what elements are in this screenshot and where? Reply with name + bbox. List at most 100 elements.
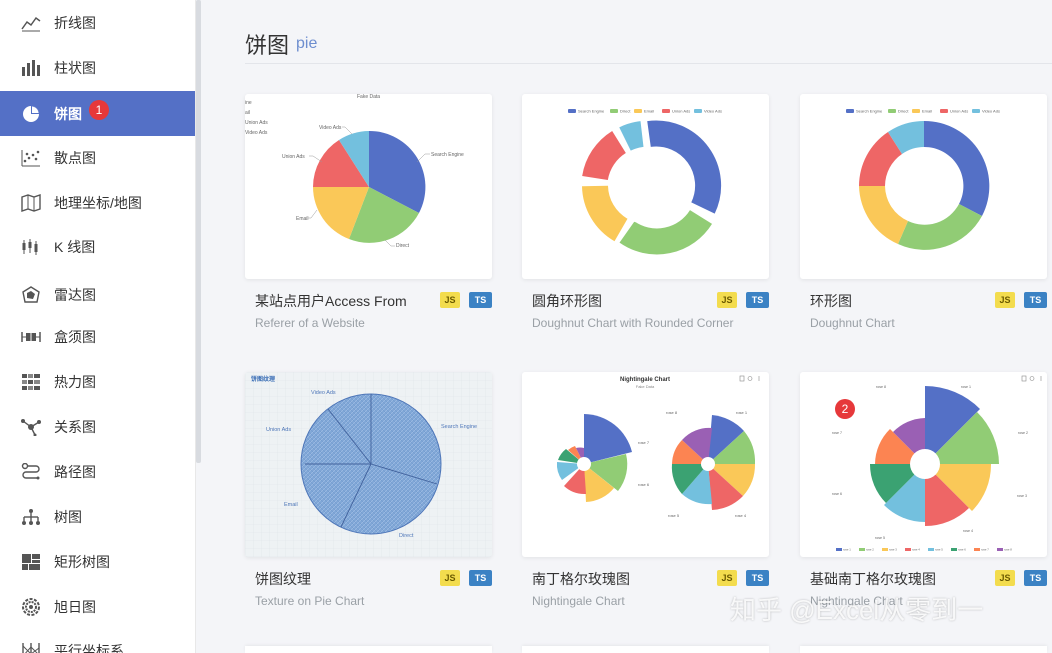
js-tag[interactable]: JS <box>717 292 737 308</box>
legend-item: Union Ads <box>672 109 690 114</box>
ts-tag[interactable]: TS <box>469 292 492 308</box>
slice-label: Email <box>296 216 309 222</box>
rose-label: rose 6 <box>638 482 650 487</box>
rose-label: rose 8 <box>666 410 678 415</box>
sidebar-item-label: 盒须图 <box>54 328 96 345</box>
card-title[interactable]: 饼图纹理 <box>255 569 311 589</box>
legend-item: Search Engine <box>578 109 605 114</box>
ts-tag[interactable]: TS <box>746 570 769 586</box>
treemap-icon <box>20 552 42 572</box>
card-thumbnail-partial[interactable] <box>800 646 1047 653</box>
sidebar-item-label: 散点图 <box>54 149 96 166</box>
card-thumbnail-partial[interactable] <box>245 646 492 653</box>
sidebar-item-label: 平行坐标系 <box>54 642 124 653</box>
sidebar-item-graph[interactable]: 关系图 <box>0 404 195 449</box>
page-subtitle: pie <box>296 35 318 52</box>
line-chart-icon <box>20 13 42 33</box>
ts-tag[interactable]: TS <box>1024 570 1047 586</box>
sidebar-item-label: 柱状图 <box>54 59 96 76</box>
sidebar-item-lines[interactable]: 路径图 <box>0 449 195 494</box>
legend-item: Email <box>644 109 654 114</box>
slice-label: Video Ads <box>311 390 336 396</box>
doughnut-slice <box>859 186 908 244</box>
sidebar-item-label: 关系图 <box>54 418 96 435</box>
slice-label: Union Ads <box>266 427 291 433</box>
thumb-subtitle: Fake Data <box>636 384 655 389</box>
legend-item: Union Ads <box>950 109 968 114</box>
card-thumbnail[interactable]: 饼图纹理 Video Ads Union Ads Search Engine E… <box>245 372 492 557</box>
svg-text:rose 6: rose 6 <box>958 548 966 552</box>
slice-label: Video Ads <box>319 125 342 131</box>
sidebar-item-tree[interactable]: 树图 <box>0 494 195 539</box>
toolbox-icon <box>1021 375 1042 382</box>
title-divider <box>245 63 1052 64</box>
card-title[interactable]: 南丁格尔玫瑰图 <box>532 569 630 589</box>
sidebar-item-candlestick[interactable]: K 线图 <box>0 224 195 269</box>
ts-tag[interactable]: TS <box>1024 292 1047 308</box>
sidebar-item-parallel[interactable]: 平行坐标系 <box>0 628 195 653</box>
sidebar-item-label: 矩形树图 <box>54 553 110 570</box>
sidebar-item-sunburst[interactable]: 旭日图 <box>0 584 195 629</box>
card-thumbnail[interactable]: Search Engine Direct Email Union Ads Vid… <box>800 94 1047 279</box>
example-card-pie-texture[interactable]: 饼图纹理 Video Ads Union Ads Search Engine E… <box>245 372 492 608</box>
card-thumbnail-partial[interactable] <box>522 646 769 653</box>
card-thumbnail[interactable]: Fake Data ine ail Union Ads Video Ads Se… <box>245 94 492 279</box>
parallel-icon <box>20 641 42 653</box>
sidebar-item-boxplot[interactable]: 盒须图 <box>0 314 195 359</box>
rose-label: rose 5 <box>875 536 885 540</box>
toolbox-icon <box>739 375 760 382</box>
card-title[interactable]: 圆角环形图 <box>532 291 602 311</box>
card-title[interactable]: 基础南丁格尔玫瑰图 <box>810 569 936 589</box>
slice-label: Union Ads <box>282 154 305 160</box>
graph-icon <box>20 417 42 437</box>
example-card-nightingale-basic[interactable]: rose 1 rose 2 rose 3 rose 4 rose 5 rose … <box>800 372 1047 608</box>
svg-text:rose 7: rose 7 <box>981 548 989 552</box>
example-card-doughnut[interactable]: Search Engine Direct Email Union Ads Vid… <box>800 94 1047 330</box>
lines-icon <box>20 462 42 482</box>
sidebar-item-heatmap[interactable]: 热力图 <box>0 359 195 404</box>
legend-item: Video Ads <box>982 109 1000 114</box>
js-tag[interactable]: JS <box>995 570 1015 586</box>
sidebar-item-treemap[interactable]: 矩形树图 <box>0 539 195 584</box>
sidebar-item-bar[interactable]: 柱状图 <box>0 45 195 90</box>
sidebar-item-scatter[interactable]: 散点图 <box>0 135 195 180</box>
card-title[interactable]: 环形图 <box>810 291 852 311</box>
legend-item: Direct <box>898 109 909 114</box>
ts-tag[interactable]: TS <box>469 570 492 586</box>
js-tag[interactable]: JS <box>717 570 737 586</box>
sunburst-icon <box>20 597 42 617</box>
rose-label: rose 4 <box>735 513 747 518</box>
js-tag[interactable]: JS <box>440 570 460 586</box>
sidebar-item-pie[interactable]: 饼图 1 <box>0 91 195 136</box>
legend-item: Search Engine <box>856 109 883 114</box>
slice-label: Search Engine <box>431 152 464 158</box>
sidebar-scrollbar[interactable] <box>196 0 201 463</box>
page-title: 饼图 <box>245 33 290 58</box>
sidebar-item-radar[interactable]: 雷达图 <box>0 272 195 317</box>
rose-legend: rose 1 rose 2 rose 3 rose 4 rose 5 rose … <box>836 548 1012 552</box>
card-thumbnail[interactable]: Nightingale Chart Fake Data rose 1 rose … <box>522 372 769 557</box>
sidebar-item-line[interactable]: 折线图 <box>0 0 195 45</box>
example-card-nightingale[interactable]: Nightingale Chart Fake Data rose 1 rose … <box>522 372 769 608</box>
sidebar-item-geo[interactable]: 地理坐标/地图 <box>0 180 195 225</box>
card-thumbnail[interactable]: Search Engine Direct Email Union Ads Vid… <box>522 94 769 279</box>
app-window: 折线图 柱状图 饼图 1 散点图 地理坐标/地图 K 线图 雷达图 盒须图 热力… <box>0 0 1052 653</box>
card-title[interactable]: 某站点用户Access From <box>255 291 407 311</box>
card-thumbnail[interactable]: rose 1 rose 2 rose 3 rose 4 rose 5 rose … <box>800 372 1047 557</box>
example-card-pie-simple[interactable]: Fake Data ine ail Union Ads Video Ads Se… <box>245 94 492 330</box>
slice-label: Direct <box>399 533 414 539</box>
sidebar-item-label: 树图 <box>54 508 82 525</box>
card-subtitle: Referer of a Website <box>255 316 365 330</box>
example-card-doughnut-rounded[interactable]: Search Engine Direct Email Union Ads Vid… <box>522 94 769 330</box>
legend-item: Email <box>922 109 932 114</box>
rose-label: rose 1 <box>736 410 748 415</box>
svg-text:rose 1: rose 1 <box>843 548 851 552</box>
map-icon <box>20 193 42 213</box>
doughnut-slice <box>924 120 990 216</box>
js-tag[interactable]: JS <box>995 292 1015 308</box>
js-tag[interactable]: JS <box>440 292 460 308</box>
rose-label: rose 4 <box>963 529 973 533</box>
rose-label: rose 7 <box>832 431 842 435</box>
ts-tag[interactable]: TS <box>746 292 769 308</box>
sidebar-item-label: K 线图 <box>54 238 96 255</box>
